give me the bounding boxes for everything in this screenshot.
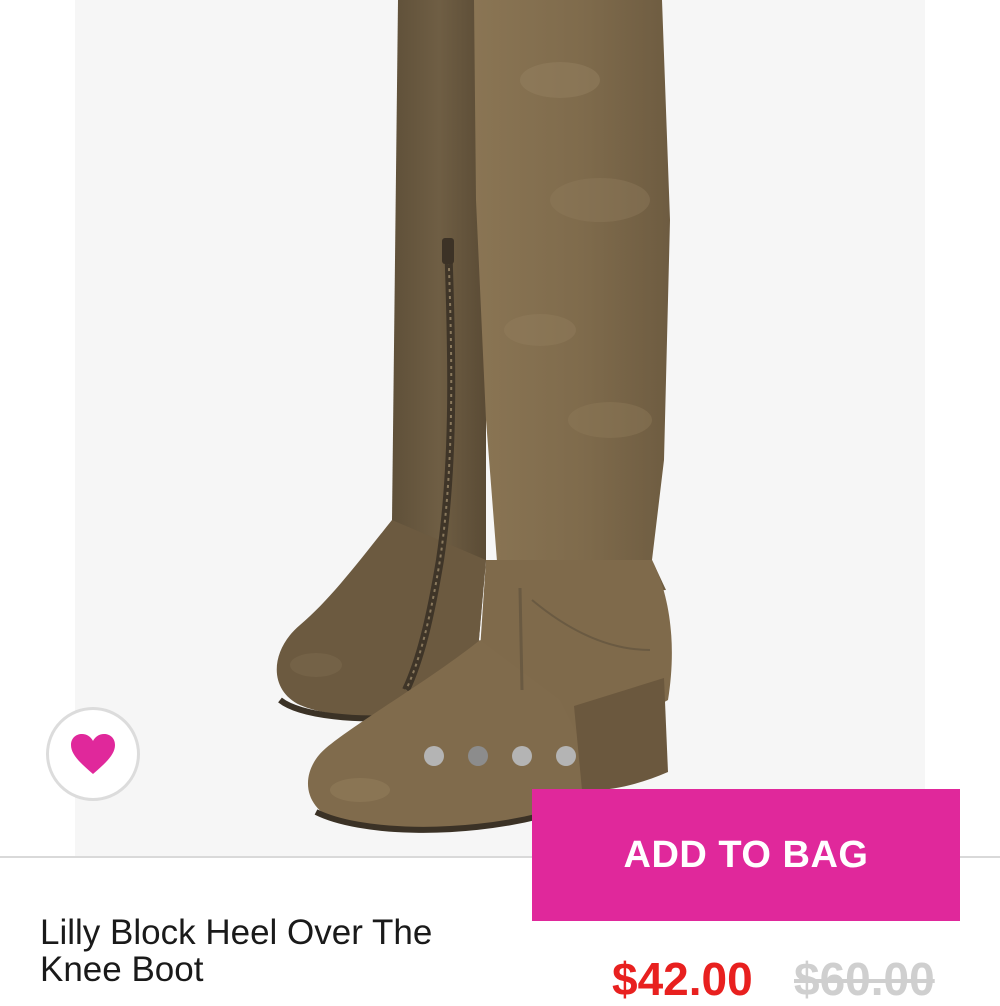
- heart-icon: [71, 734, 115, 774]
- add-to-bag-button[interactable]: ADD TO BAG: [532, 789, 960, 921]
- sale-price: $42.00: [612, 953, 753, 1005]
- carousel-dot[interactable]: [512, 746, 532, 766]
- product-title: Lilly Block Heel Over The Knee Boot: [40, 913, 433, 989]
- carousel-dot-active[interactable]: [468, 746, 488, 766]
- carousel-dot[interactable]: [424, 746, 444, 766]
- wishlist-button[interactable]: [46, 707, 140, 801]
- carousel-indicator: [424, 746, 576, 766]
- carousel-dot[interactable]: [556, 746, 576, 766]
- boots-photo: [75, 0, 925, 856]
- original-price: $60.00: [794, 953, 935, 1005]
- product-image[interactable]: [0, 0, 1000, 856]
